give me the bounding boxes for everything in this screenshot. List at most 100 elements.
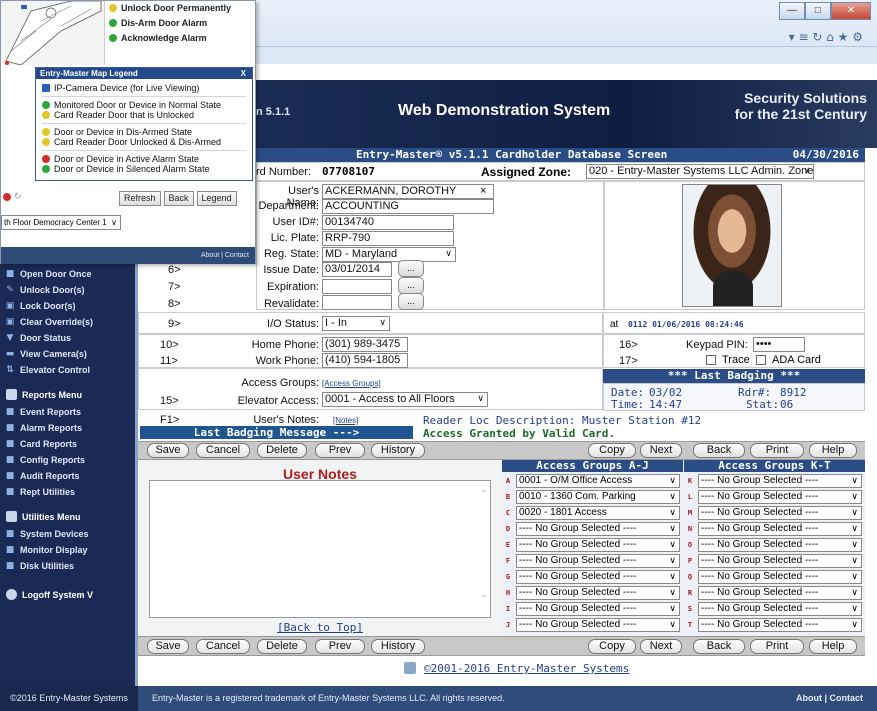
issue-date-picker-button[interactable]: ... [398,260,424,277]
back-to-top-link[interactable]: [Back to Top] [138,621,502,634]
nav-elevator-control[interactable]: ⇅ Elevator Control [0,362,135,378]
access-group-select[interactable]: ---- No Group Selected ---- [698,522,862,536]
nav-rept-utilities[interactable]: ■ Rept Utilities [0,484,135,500]
back-button[interactable]: Back [693,443,745,458]
history-button-bottom[interactable]: History [371,639,425,654]
access-group-select[interactable]: ---- No Group Selected ---- [698,474,862,488]
delete-button[interactable]: Delete [257,443,307,458]
notes-link[interactable]: [Notes] [333,416,358,425]
assigned-zone-select[interactable]: 020 - Entry-Master Systems LLC Admin. Zo… [586,164,814,179]
next-button-bottom[interactable]: Next [640,639,682,654]
copyright-link[interactable]: ©2001-2016 Entry-Master Systems [424,662,629,675]
copy-button-bottom[interactable]: Copy [588,639,636,654]
access-group-select[interactable]: ---- No Group Selected ---- [516,538,680,552]
access-group-select[interactable]: ---- No Group Selected ---- [516,618,680,632]
nav-logoff[interactable]: Logoff System V [0,586,135,604]
prev-button[interactable]: Prev [315,443,365,458]
back-button-bottom[interactable]: Back [693,639,745,654]
nav-unlock-doors[interactable]: ✎ Unlock Door(s) [0,282,135,298]
prev-button-bottom[interactable]: Prev [315,639,365,654]
popup-footer[interactable]: About | Contact [1,247,255,264]
print-button-bottom[interactable]: Print [750,639,804,654]
access-group-select[interactable]: ---- No Group Selected ---- [698,586,862,600]
access-group-select[interactable]: ---- No Group Selected ---- [516,586,680,600]
next-button[interactable]: Next [640,443,682,458]
trace-checkbox[interactable] [706,355,716,365]
refresh-button[interactable]: Refresh [119,191,161,206]
scroll-down-icon[interactable]: ⌄ [480,590,487,599]
access-group-select[interactable]: 0020 - 1801 Access [516,506,680,520]
revalidate-input[interactable] [322,295,392,310]
cancel-button[interactable]: Cancel [196,443,250,458]
department-input[interactable]: ACCOUNTING [322,199,494,214]
nav-system-devices[interactable]: ■ System Devices [0,526,135,542]
popup-back-button[interactable]: Back [163,191,194,206]
print-button[interactable]: Print [750,443,804,458]
expiration-input[interactable] [322,279,392,294]
access-group-select[interactable]: ---- No Group Selected ---- [516,554,680,568]
io-status-select[interactable]: I - In [322,316,390,331]
access-group-select[interactable]: ---- No Group Selected ---- [516,602,680,616]
nav-reports-menu[interactable]: Reports Menu [0,386,135,404]
access-group-select[interactable]: ---- No Group Selected ---- [698,538,862,552]
nav-view-cameras[interactable]: ▬ View Camera(s) [0,346,135,362]
user-id-input[interactable]: 00134740 [322,215,454,230]
access-group-select[interactable]: ---- No Group Selected ---- [516,570,680,584]
minimize-icon[interactable]: — [779,2,805,20]
ada-card-checkbox[interactable] [756,355,766,365]
nav-lock-doors[interactable]: ▣ Lock Door(s) [0,298,135,314]
elevator-access-select[interactable]: 0001 - Access to All Floors [322,392,488,407]
action-unlock-door[interactable]: Unlock Door Permanently [109,2,231,15]
work-phone-input[interactable]: (410) 594-1805 [322,353,408,368]
floor-map[interactable] [1,1,105,65]
home-phone-input[interactable]: (301) 989-3475 [322,337,408,352]
nav-card-reports[interactable]: ■ Card Reports [0,436,135,452]
footer-links[interactable]: About | Contact [796,686,863,711]
save-button-bottom[interactable]: Save [147,639,189,654]
expiration-picker-button[interactable]: ... [398,277,424,294]
copy-button[interactable]: Copy [588,443,636,458]
legend-button[interactable]: Legend [196,191,237,206]
nav-open-door-once[interactable]: ■ Open Door Once [0,266,135,282]
cancel-button-bottom[interactable]: Cancel [196,639,250,654]
delete-button-bottom[interactable]: Delete [257,639,307,654]
scroll-up-icon[interactable]: ⌃ [480,489,487,498]
nav-alarm-reports[interactable]: ■ Alarm Reports [0,420,135,436]
nav-monitor-display[interactable]: ■ Monitor Display [0,542,135,558]
access-group-select[interactable]: ---- No Group Selected ---- [698,490,862,504]
help-button[interactable]: Help [809,443,857,458]
access-group-select[interactable]: ---- No Group Selected ---- [698,602,862,616]
refresh-small-icon[interactable]: ↻ [14,191,22,202]
action-acknowledge-alarm[interactable]: Acknowledge Alarm [109,32,207,45]
access-group-select[interactable]: ---- No Group Selected ---- [698,570,862,584]
help-button-bottom[interactable]: Help [809,639,857,654]
action-disarm-alarm[interactable]: Dis-Arm Door Alarm [109,17,207,30]
nav-disk-utilities[interactable]: ■ Disk Utilities [0,558,135,574]
issue-date-input[interactable]: 03/01/2014 [322,262,392,277]
reg-state-select[interactable]: MD - Maryland [322,247,456,262]
nav-clear-overrides[interactable]: ▣ Clear Override(s) [0,314,135,330]
user-notes-textarea[interactable]: ⌃ ⌄ [149,480,491,618]
nav-audit-reports[interactable]: ■ Audit Reports [0,468,135,484]
nav-utilities-menu[interactable]: Utilities Menu [0,508,135,526]
maximize-icon[interactable]: □ [804,2,831,20]
nav-door-status[interactable]: ▼ Door Status [0,330,135,346]
save-button[interactable]: Save [147,443,189,458]
lic-plate-input[interactable]: RRP-790 [322,231,454,246]
nav-event-reports[interactable]: ■ Event Reports [0,404,135,420]
access-group-select[interactable]: ---- No Group Selected ---- [698,506,862,520]
access-group-select[interactable]: 0010 - 1360 Com. Parking [516,490,680,504]
clear-icon[interactable]: × [480,185,486,197]
nav-config-reports[interactable]: ■ Config Reports [0,452,135,468]
access-group-select[interactable]: ---- No Group Selected ---- [698,618,862,632]
access-groups-link[interactable]: [Access Groups] [322,379,381,388]
browser-toolbar-icons[interactable]: ▾ ≡ ↻ ⌂ ★ ⚙ [789,30,863,44]
legend-close-icon[interactable]: X [241,68,246,79]
access-group-select[interactable]: ---- No Group Selected ---- [516,522,680,536]
access-group-select[interactable]: ---- No Group Selected ---- [698,554,862,568]
keypad-pin-input[interactable]: •••• [753,337,805,352]
floor-select[interactable]: th Floor Democracy Center 1 ∨ [1,215,121,230]
access-group-select[interactable]: 0001 - O/M Office Access [516,474,680,488]
history-button[interactable]: History [371,443,425,458]
revalidate-picker-button[interactable]: ... [398,293,424,310]
